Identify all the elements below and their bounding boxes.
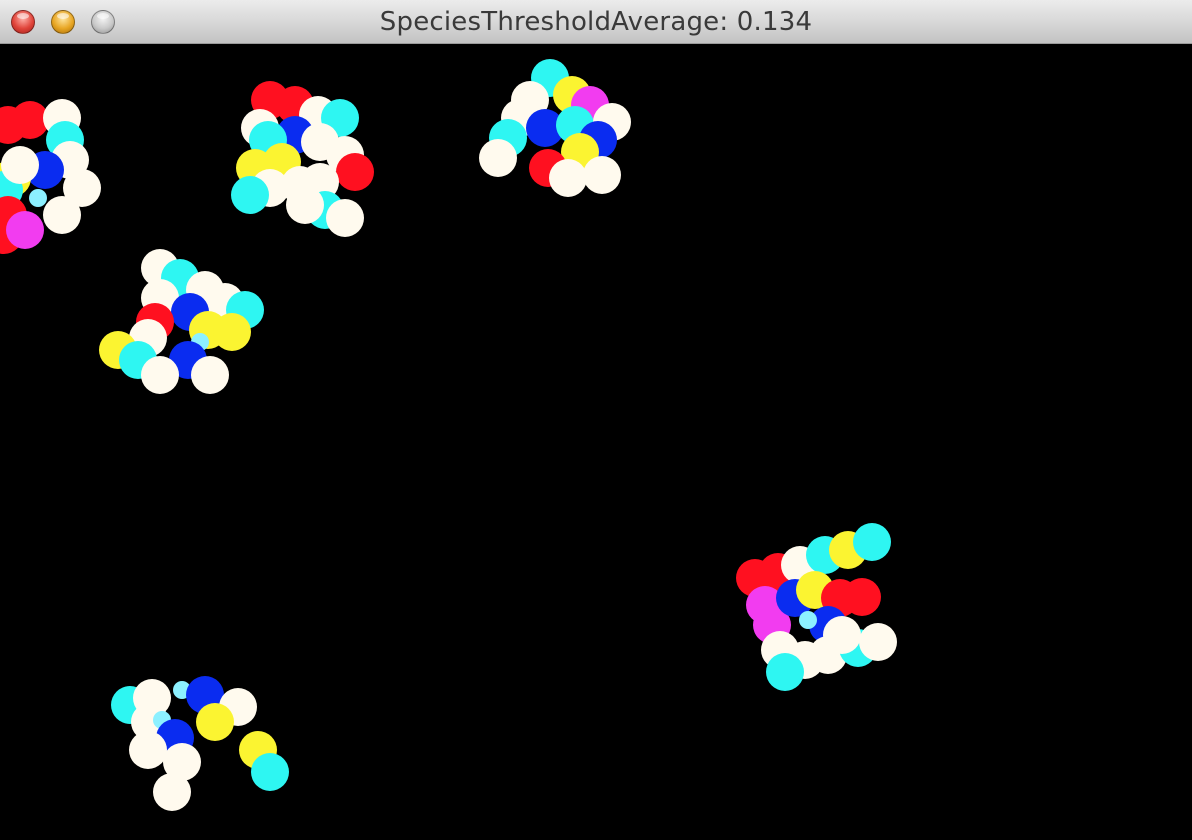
particle bbox=[29, 189, 47, 207]
app-window: SpeciesThresholdAverage: 0.134 bbox=[0, 0, 1192, 840]
cluster-4 bbox=[99, 249, 264, 394]
particle bbox=[129, 731, 167, 769]
particle bbox=[549, 159, 587, 197]
simulation-canvas bbox=[0, 44, 1192, 840]
particle bbox=[141, 356, 179, 394]
particle bbox=[479, 139, 517, 177]
cluster-2 bbox=[231, 81, 374, 237]
particle bbox=[799, 611, 817, 629]
particle bbox=[43, 196, 81, 234]
particle bbox=[823, 616, 861, 654]
window-title: SpeciesThresholdAverage: 0.134 bbox=[379, 7, 813, 37]
particle bbox=[153, 773, 191, 811]
particle bbox=[766, 653, 804, 691]
particle bbox=[196, 703, 234, 741]
particle bbox=[231, 176, 269, 214]
particle-field bbox=[0, 59, 897, 811]
particle bbox=[859, 623, 897, 661]
particle bbox=[326, 199, 364, 237]
particle bbox=[583, 156, 621, 194]
particle bbox=[286, 186, 324, 224]
particle bbox=[6, 211, 44, 249]
particle bbox=[336, 153, 374, 191]
particle bbox=[191, 356, 229, 394]
particle bbox=[843, 578, 881, 616]
title-bar[interactable]: SpeciesThresholdAverage: 0.134 bbox=[0, 0, 1192, 44]
cluster-1 bbox=[0, 99, 101, 254]
particle bbox=[251, 753, 289, 791]
cluster-3 bbox=[479, 59, 631, 197]
cluster-6 bbox=[111, 676, 289, 811]
particle bbox=[1, 146, 39, 184]
particle bbox=[213, 313, 251, 351]
cluster-5 bbox=[736, 523, 897, 691]
particle bbox=[853, 523, 891, 561]
